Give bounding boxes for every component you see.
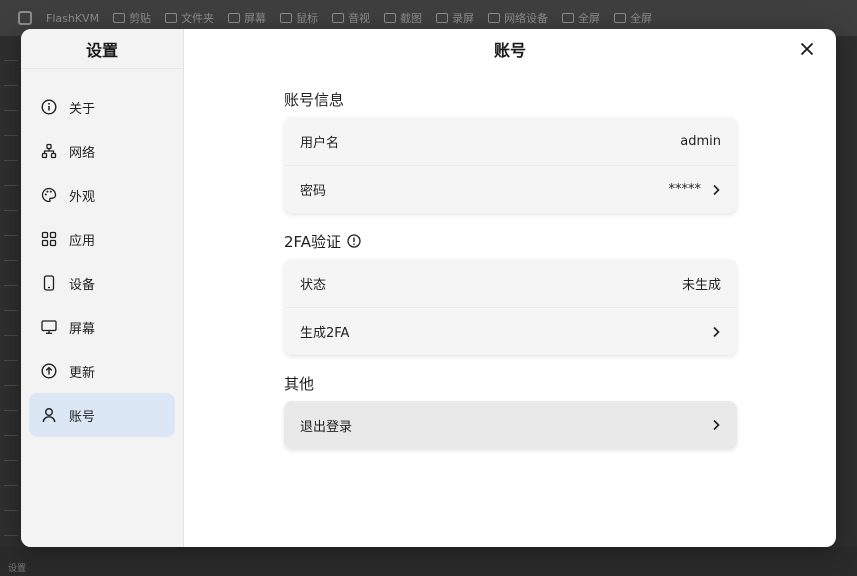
- sidebar-item-label: 网络: [69, 145, 96, 161]
- sidebar-item-account[interactable]: 账号: [29, 393, 175, 437]
- password-row[interactable]: 密码 *****: [284, 165, 737, 213]
- password-label: 密码: [300, 184, 327, 199]
- bg-toolbar-item: 全屏: [562, 10, 600, 26]
- sidebar-item-network[interactable]: 网络: [29, 129, 175, 173]
- sidebar-item-device[interactable]: 设备: [29, 261, 175, 305]
- update-arrow-icon: [41, 363, 57, 379]
- username-value: admin: [680, 133, 721, 149]
- other-card: 退出登录: [284, 401, 737, 449]
- bg-toolbar-item: 录屏: [436, 10, 474, 26]
- sidebar-item-label: 应用: [69, 233, 96, 249]
- username-label: 用户名: [300, 135, 340, 151]
- section-title-2fa-label: 2FA验证: [284, 232, 342, 251]
- sidebar-title: 设置: [21, 29, 183, 69]
- close-button[interactable]: [798, 40, 816, 58]
- sidebar-item-update[interactable]: 更新: [29, 349, 175, 393]
- page-title: 账号: [493, 41, 526, 60]
- logout-label: 退出登录: [300, 419, 353, 435]
- twofa-status-label: 状态: [300, 277, 327, 293]
- bg-toolbar-item: 全屏: [614, 10, 652, 26]
- bg-toolbar-item: 音视: [332, 10, 370, 26]
- bg-toolbar-item: 剪贴: [113, 10, 151, 26]
- bg-toolbar-item: 鼠标: [280, 10, 318, 26]
- network-icon: [41, 143, 57, 159]
- section-title-account-info: 账号信息: [284, 90, 345, 109]
- palette-icon: [41, 187, 57, 203]
- chevron-right-icon: [711, 419, 721, 431]
- settings-main: 账号 账号信息 用户名 admin 密码 ***** 2FA验证 状态 未生成 …: [184, 29, 836, 547]
- monitor-icon: [41, 319, 57, 335]
- bg-footer-label: 设置: [8, 564, 27, 574]
- sidebar-item-label: 更新: [69, 365, 96, 381]
- sidebar-item-label: 账号: [69, 409, 96, 425]
- sidebar-item-label: 关于: [69, 101, 96, 117]
- twofa-status-row: 状态 未生成: [284, 259, 737, 307]
- account-info-card: 用户名 admin 密码 *****: [284, 117, 737, 213]
- generate-2fa-label: 生成2FA: [300, 326, 350, 341]
- bg-toolbar-item: 屏幕: [228, 10, 266, 26]
- password-value: *****: [668, 182, 702, 197]
- sidebar-item-label: 屏幕: [69, 321, 96, 337]
- settings-dialog: 设置 关于 网络 外观 应用 设备 屏幕 更新 账号 账号 账号信息 用户名 a…: [21, 29, 836, 547]
- chevron-right-icon: [711, 326, 721, 338]
- background-sidebar: [0, 36, 22, 576]
- sidebar-item-screen[interactable]: 屏幕: [29, 305, 175, 349]
- phone-device-icon: [41, 275, 57, 291]
- username-row: 用户名 admin: [284, 117, 737, 165]
- bg-toolbar-item: 文件夹: [165, 10, 214, 26]
- settings-sidebar: 设置 关于 网络 外观 应用 设备 屏幕 更新 账号: [21, 29, 184, 547]
- logout-row[interactable]: 退出登录: [284, 401, 737, 449]
- twofa-status-value: 未生成: [681, 277, 721, 293]
- close-icon: [800, 42, 814, 56]
- apps-grid-icon: [41, 231, 57, 247]
- twofa-card: 状态 未生成 生成2FA: [284, 259, 737, 355]
- sidebar-item-label: 设备: [69, 277, 96, 293]
- app-name: FlashKVM: [46, 11, 100, 25]
- section-title-other: 其他: [284, 374, 315, 393]
- info-circle-icon: [41, 99, 57, 115]
- sidebar-item-apps[interactable]: 应用: [29, 217, 175, 261]
- section-title-2fa: 2FA验证: [284, 229, 737, 253]
- info-icon[interactable]: [347, 234, 361, 248]
- user-icon: [41, 407, 57, 423]
- app-logo-icon: [18, 11, 32, 25]
- bg-toolbar-item: 网络设备: [488, 10, 548, 26]
- sidebar-item-about[interactable]: 关于: [29, 85, 175, 129]
- settings-nav: 关于 网络 外观 应用 设备 屏幕 更新 账号: [21, 69, 183, 437]
- chevron-right-icon: [711, 184, 721, 196]
- account-content: 账号信息 用户名 admin 密码 ***** 2FA验证 状态 未生成 生成2…: [284, 87, 737, 465]
- sidebar-item-appearance[interactable]: 外观: [29, 173, 175, 217]
- sidebar-item-label: 外观: [69, 189, 96, 205]
- background-footer: 设置: [0, 547, 857, 576]
- bg-toolbar-item: 截图: [384, 10, 422, 26]
- generate-2fa-row[interactable]: 生成2FA: [284, 307, 737, 355]
